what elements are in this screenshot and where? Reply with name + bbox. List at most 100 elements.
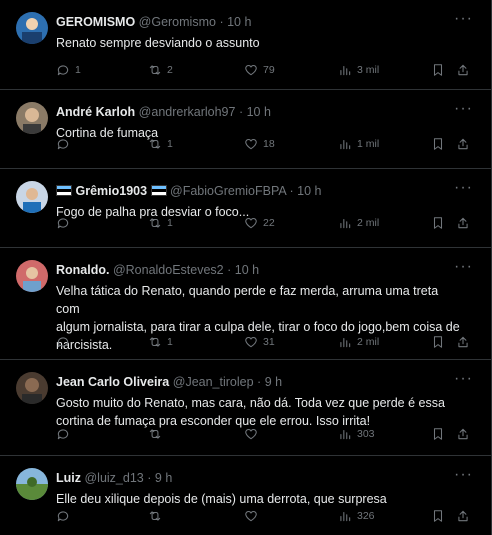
like-button[interactable]	[244, 424, 258, 444]
avatar[interactable]	[16, 260, 48, 292]
author-name[interactable]: Jean Carlo Oliveira	[56, 375, 169, 389]
action-bar: 326	[56, 506, 475, 526]
separator-dot: ·	[227, 263, 232, 277]
share-icon	[458, 217, 468, 229]
retweet-button[interactable]: 1	[148, 332, 173, 352]
retweet-button[interactable]	[148, 506, 162, 526]
retweet-count: 2	[167, 64, 173, 76]
author-name[interactable]: Luiz	[56, 471, 81, 485]
timestamp[interactable]: 9 h	[155, 471, 172, 485]
separator-dot: ·	[257, 375, 262, 389]
flag-icon	[150, 185, 167, 196]
author-name[interactable]: GEROMISMO	[56, 15, 135, 29]
bookmark-button[interactable]	[431, 60, 445, 80]
retweet-icon	[149, 337, 161, 347]
views-button[interactable]: 2 mil	[338, 213, 379, 233]
author-name[interactable]: Ronaldo.	[56, 263, 109, 277]
tweet[interactable]: André Karloh @andrerkarloh97 · 10 h ··· …	[0, 90, 491, 169]
share-icon	[458, 428, 468, 440]
views-button[interactable]: 2 mil	[338, 332, 379, 352]
like-button[interactable]: 18	[244, 134, 275, 154]
like-button[interactable]: 22	[244, 213, 275, 233]
bookmark-button[interactable]	[431, 506, 445, 526]
author-name[interactable]: Grêmio1903	[75, 184, 147, 198]
tweet[interactable]: Ronaldo. @RonaldoEsteves2 · 10 h ··· Vel…	[0, 248, 491, 360]
timestamp[interactable]: 10 h	[235, 263, 259, 277]
reply-button[interactable]	[56, 213, 70, 233]
tweet[interactable]: Jean Carlo Oliveira @Jean_tirolep · 9 h …	[0, 360, 491, 456]
retweet-button[interactable]	[148, 424, 162, 444]
author-name[interactable]: André Karloh	[56, 105, 135, 119]
views-button[interactable]: 3 mil	[338, 60, 379, 80]
share-icon	[458, 138, 468, 150]
retweet-button[interactable]: 2	[148, 60, 173, 80]
timestamp[interactable]: 10 h	[227, 15, 251, 29]
heart-icon	[245, 429, 257, 440]
like-button[interactable]: 31	[244, 332, 275, 352]
reply-button[interactable]	[56, 332, 70, 352]
views-count: 2 mil	[357, 217, 380, 229]
share-button[interactable]	[456, 506, 470, 526]
bookmark-button[interactable]	[431, 134, 445, 154]
share-button[interactable]	[456, 424, 470, 444]
author-handle[interactable]: @Geromismo	[139, 15, 216, 29]
retweet-count: 1	[167, 336, 173, 348]
share-button[interactable]	[456, 213, 470, 233]
more-icon[interactable]: ···	[454, 100, 473, 118]
reply-button[interactable]	[56, 134, 70, 154]
share-button[interactable]	[456, 134, 470, 154]
more-icon[interactable]: ···	[454, 179, 473, 197]
action-bar: 1 31 2 mil	[56, 332, 475, 352]
more-icon[interactable]: ···	[454, 258, 473, 276]
tweet-header: Luiz @luiz_d13 · 9 h	[56, 468, 483, 488]
views-button[interactable]: 1 mil	[338, 134, 379, 154]
bookmark-button[interactable]	[431, 332, 445, 352]
share-button[interactable]	[456, 332, 470, 352]
bookmark-button[interactable]	[431, 213, 445, 233]
bookmark-icon	[433, 64, 443, 76]
heart-icon	[245, 218, 257, 229]
timestamp[interactable]: 10 h	[297, 184, 321, 198]
more-icon[interactable]: ···	[454, 10, 473, 28]
tweet-header: Jean Carlo Oliveira @Jean_tirolep · 9 h	[56, 372, 483, 392]
like-button[interactable]	[244, 506, 258, 526]
heart-icon	[245, 511, 257, 522]
author-handle[interactable]: @FabioGremioFBPA	[170, 184, 286, 198]
more-icon[interactable]: ···	[454, 466, 473, 484]
views-button[interactable]: 326	[338, 506, 375, 526]
share-button[interactable]	[456, 60, 470, 80]
author-handle[interactable]: @luiz_d13	[84, 471, 143, 485]
reply-button[interactable]	[56, 424, 70, 444]
views-button[interactable]: 303	[338, 424, 375, 444]
tweet-text: Renato sempre desviando o assunto	[56, 36, 260, 50]
reply-count: 1	[75, 64, 81, 76]
bookmark-button[interactable]	[431, 424, 445, 444]
action-bar: 1 22 2 mil	[56, 213, 475, 233]
author-handle[interactable]: @Jean_tirolep	[173, 375, 254, 389]
retweet-icon	[149, 65, 161, 75]
author-handle[interactable]: @RonaldoEsteves2	[113, 263, 224, 277]
tweet[interactable]: Luiz @luiz_d13 · 9 h ··· Elle deu xiliqu…	[0, 456, 491, 535]
tweet[interactable]: Grêmio1903 @FabioGremioFBPA · 10 h ··· F…	[0, 169, 491, 248]
avatar[interactable]	[16, 468, 48, 500]
tweet[interactable]: GEROMISMO @Geromismo · 10 h ··· Renato s…	[0, 0, 491, 90]
timestamp[interactable]: 9 h	[265, 375, 282, 389]
more-icon[interactable]: ···	[454, 370, 473, 388]
avatar[interactable]	[16, 372, 48, 404]
reply-button[interactable]: 1	[56, 60, 81, 80]
like-count: 79	[263, 64, 275, 76]
views-icon	[340, 511, 351, 522]
reply-button[interactable]	[56, 506, 70, 526]
views-icon	[340, 65, 351, 76]
separator-dot: ·	[219, 15, 224, 29]
avatar[interactable]	[16, 12, 48, 44]
timestamp[interactable]: 10 h	[247, 105, 271, 119]
like-button[interactable]: 79	[244, 60, 275, 80]
author-handle[interactable]: @andrerkarloh97	[139, 105, 236, 119]
avatar[interactable]	[16, 181, 48, 213]
separator-dot: ·	[289, 184, 294, 198]
retweet-button[interactable]: 1	[148, 213, 173, 233]
retweet-button[interactable]: 1	[148, 134, 173, 154]
views-icon	[340, 139, 351, 150]
avatar[interactable]	[16, 102, 48, 134]
